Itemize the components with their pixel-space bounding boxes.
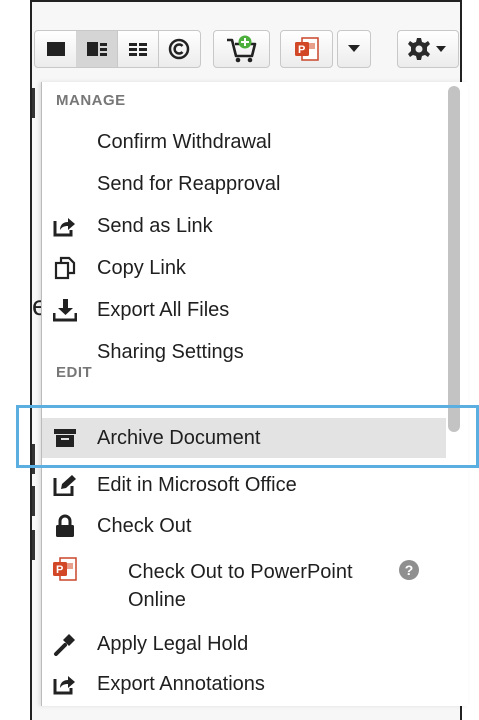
background-mark bbox=[32, 486, 35, 516]
menu-item-label: Export Annotations bbox=[97, 672, 265, 695]
menu-item-label: Edit in Microsoft Office bbox=[97, 473, 297, 496]
gear-icon bbox=[408, 38, 446, 60]
copy-icon bbox=[52, 255, 78, 281]
menu-item-label: Confirm Withdrawal bbox=[97, 130, 272, 153]
menu-item-export-annotations[interactable]: Export Annotations bbox=[42, 664, 446, 704]
copyright-button[interactable] bbox=[158, 31, 199, 67]
powerpoint-icon: P bbox=[52, 556, 78, 582]
menu-item-copy-link[interactable]: Copy Link bbox=[42, 248, 446, 288]
background-mark bbox=[32, 444, 35, 474]
menu-item-label: Check Out to PowerPoint bbox=[128, 561, 353, 583]
share-arrow-icon bbox=[52, 213, 78, 239]
detail-list-view-icon bbox=[86, 42, 107, 56]
powerpoint-button[interactable]: P bbox=[280, 30, 333, 68]
menu-item-label: Copy Link bbox=[97, 256, 186, 279]
menu-item-archive-document[interactable]: Archive Document bbox=[42, 418, 446, 458]
large-tile-view-icon bbox=[46, 42, 65, 56]
background-mark bbox=[32, 530, 35, 560]
powerpoint-icon: P bbox=[294, 37, 319, 61]
grid-view-button[interactable] bbox=[117, 31, 159, 67]
grid-view-icon bbox=[128, 43, 147, 56]
help-icon[interactable]: ? bbox=[399, 560, 419, 580]
menu-item-label: Apply Legal Hold bbox=[97, 632, 249, 655]
menu-item-sharing-settings[interactable]: Sharing Settings bbox=[42, 332, 446, 372]
add-to-cart-icon bbox=[226, 35, 256, 63]
menu-item-confirm-withdrawal[interactable]: Confirm Withdrawal bbox=[42, 122, 446, 162]
archive-box-icon bbox=[52, 425, 78, 451]
powerpoint-dropdown-button[interactable] bbox=[337, 30, 371, 68]
edit-icon bbox=[52, 472, 78, 498]
menu-item-check-out-to-powerpoint-online[interactable]: P Check Out to PowerPoint Online bbox=[42, 550, 446, 614]
lock-icon bbox=[52, 513, 78, 539]
copyright-icon bbox=[168, 38, 189, 60]
menu-item-label: Sharing Settings bbox=[97, 340, 244, 363]
menu-item-label: Export All Files bbox=[97, 298, 230, 321]
menu-item-label: Send as Link bbox=[97, 214, 213, 237]
menu-item-label-line2: Online bbox=[128, 589, 186, 611]
menu-item-send-for-reapproval[interactable]: Send for Reapproval bbox=[42, 164, 446, 204]
menu-item-label: Send for Reapproval bbox=[97, 172, 281, 195]
add-to-cart-button[interactable] bbox=[213, 30, 270, 68]
large-tile-view-button[interactable] bbox=[35, 31, 77, 67]
menu-scrollbar[interactable] bbox=[448, 86, 460, 432]
menu-item-label: Archive Document bbox=[97, 426, 261, 449]
section-header-edit: EDIT bbox=[56, 364, 93, 381]
view-mode-group bbox=[34, 30, 201, 68]
menu-item-label: Check Out bbox=[97, 514, 192, 537]
settings-menu-button[interactable] bbox=[397, 30, 459, 68]
menu-item-check-out[interactable]: Check Out bbox=[42, 506, 446, 546]
menu-item-export-all-files[interactable]: Export All Files bbox=[42, 290, 446, 330]
toolbar: P bbox=[32, 28, 460, 72]
detail-list-view-button[interactable] bbox=[76, 31, 118, 67]
background-mark bbox=[32, 88, 35, 118]
chevron-down-icon bbox=[348, 45, 360, 52]
svg-text:P: P bbox=[298, 44, 305, 56]
share-arrow-icon bbox=[52, 671, 78, 697]
section-header-manage: MANAGE bbox=[56, 92, 126, 109]
download-icon bbox=[52, 297, 78, 323]
svg-text:P: P bbox=[56, 564, 63, 576]
menu-item-send-as-link[interactable]: Send as Link bbox=[42, 206, 446, 246]
settings-dropdown-menu: MANAGE Confirm Withdrawal Send for Reapp… bbox=[41, 82, 468, 706]
menu-item-apply-legal-hold[interactable]: Apply Legal Hold bbox=[42, 624, 446, 664]
menu-item-edit-in-microsoft-office[interactable]: Edit in Microsoft Office bbox=[42, 465, 446, 505]
gavel-icon bbox=[52, 631, 78, 657]
